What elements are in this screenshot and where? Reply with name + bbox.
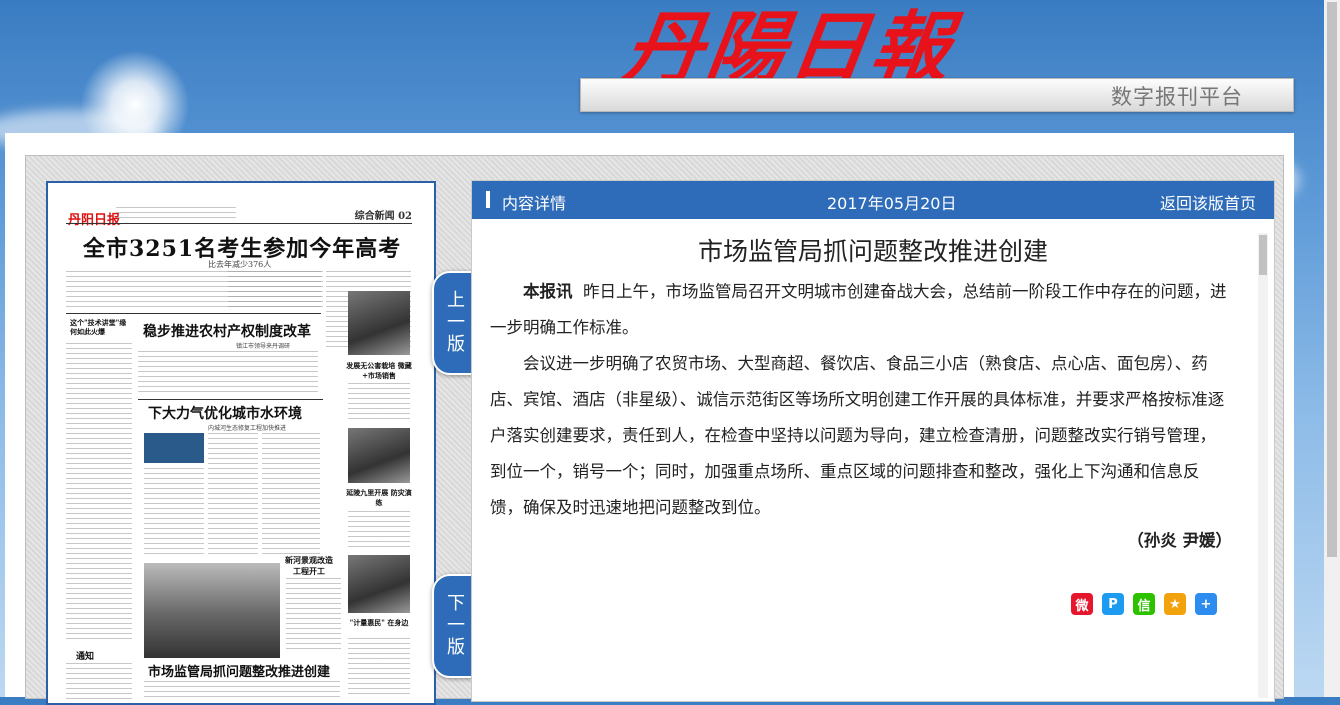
np-text bbox=[348, 511, 410, 551]
newspaper-page-image[interactable]: 丹阳日报 综合新闻 02 全市3251名考生参加今年高考 比去年减少376人 这… bbox=[46, 181, 436, 705]
content-scrollbar-thumb[interactable] bbox=[1259, 235, 1267, 275]
favorite-star-icon[interactable]: ★ bbox=[1164, 593, 1186, 615]
more-plus-icon[interactable]: + bbox=[1195, 593, 1217, 615]
np-rule bbox=[138, 399, 323, 400]
np-text bbox=[208, 433, 258, 558]
np-subheadline: 比去年减少376人 bbox=[208, 260, 272, 269]
np-rule bbox=[66, 223, 412, 224]
article-para1: 昨日上午，市场监管局召开文明城市创建奋战大会，总结前一阶段工作中存在的问题，进一… bbox=[490, 282, 1227, 337]
np-story2-sub: 镇江市领导来丹调研 bbox=[236, 343, 291, 350]
np-text bbox=[144, 468, 204, 558]
masthead-logo: 丹陽日報 bbox=[618, 3, 960, 94]
np-logo: 丹阳日报 bbox=[68, 213, 121, 228]
np-story3-title[interactable]: 下大力气优化城市水环境 bbox=[148, 403, 302, 423]
np-text bbox=[348, 638, 410, 698]
platform-title: 数字报刊平台 bbox=[1111, 85, 1243, 109]
np-tag-story[interactable]: 这个"技术讲堂"缘何如此火爆 bbox=[70, 318, 130, 336]
np-text bbox=[286, 578, 341, 653]
np-rule bbox=[66, 313, 321, 314]
content-header: 内容详情 2017年05月20日 返回该版首页 bbox=[472, 181, 1274, 219]
np-text bbox=[138, 351, 318, 396]
window-scrollbar[interactable] bbox=[1324, 0, 1340, 697]
lead-tag: 本报讯 bbox=[523, 282, 573, 301]
weibo-icon[interactable]: 微 bbox=[1071, 593, 1093, 615]
np-story4-title[interactable]: 市场监管局抓问题整改推进创建 bbox=[148, 661, 330, 680]
back-to-page-link[interactable]: 返回该版首页 bbox=[1160, 190, 1256, 214]
issue-date: 2017年05月20日 bbox=[827, 194, 957, 213]
header-marker bbox=[486, 191, 490, 208]
article-paragraph: 本报讯 昨日上午，市场监管局召开文明城市创建奋战大会，总结前一阶段工作中存在的问… bbox=[490, 274, 1230, 346]
paper-area: 丹阳日报 综合新闻 02 全市3251名考生参加今年高考 比去年减少376人 这… bbox=[25, 155, 1284, 705]
np-photo bbox=[348, 555, 410, 613]
np-caption: 发展无公害栽培 微藏+市场销售 bbox=[346, 361, 412, 380]
np-section: 综合新闻 02 bbox=[354, 211, 412, 222]
content-header-label: 内容详情 bbox=[502, 194, 567, 213]
share-row: 微 P 信 ★ + bbox=[1071, 593, 1217, 615]
np-photo bbox=[144, 433, 204, 463]
np-caption: 新河景观改造 工程开工 bbox=[285, 555, 333, 576]
np-text bbox=[262, 433, 320, 558]
wechat-icon[interactable]: 信 bbox=[1133, 593, 1155, 615]
article-paragraph: 会议进一步明确了农贸市场、大型商超、餐饮店、食品三小店（熟食店、点心店、面包房）… bbox=[490, 354, 1225, 517]
window-scrollbar-thumb[interactable] bbox=[1327, 2, 1337, 557]
np-photo bbox=[348, 291, 410, 355]
np-text bbox=[66, 343, 132, 643]
np-issue-info bbox=[116, 207, 236, 219]
pinterest-icon[interactable]: P bbox=[1102, 593, 1124, 615]
np-caption: "计量惠民" 在身边 bbox=[349, 618, 409, 627]
platform-bar: 数字报刊平台 bbox=[580, 78, 1294, 112]
article-byline: （孙炎 尹媛） bbox=[1127, 531, 1232, 550]
content-panel: 内容详情 2017年05月20日 返回该版首页 市场监管局抓问题整改推进创建 本… bbox=[471, 180, 1275, 702]
np-caption: 延陵九里开展 防灾演练 bbox=[346, 488, 412, 507]
np-text bbox=[66, 663, 132, 701]
article-body: 本报讯 昨日上午，市场监管局召开文明城市创建奋战大会，总结前一阶段工作中存在的问… bbox=[490, 274, 1230, 526]
main-frame: 丹阳日报 综合新闻 02 全市3251名考生参加今年高考 比去年减少376人 这… bbox=[5, 133, 1294, 705]
np-photo bbox=[348, 428, 410, 483]
np-notice: 通知 bbox=[76, 652, 95, 662]
np-photo bbox=[144, 563, 280, 658]
np-story2-title[interactable]: 稳步推进农村产权制度改革 bbox=[143, 321, 311, 341]
content-scrollbar[interactable] bbox=[1258, 233, 1268, 698]
prev-page-tab[interactable]: 上一版 bbox=[432, 271, 474, 375]
np-story3-sub: 内城河生态修复工程加快推进 bbox=[208, 425, 287, 432]
article-title: 市场监管局抓问题整改推进创建 bbox=[697, 237, 1048, 266]
np-text bbox=[228, 271, 323, 311]
np-text bbox=[348, 383, 410, 421]
next-page-tab[interactable]: 下一版 bbox=[432, 574, 474, 678]
np-text bbox=[144, 681, 340, 701]
